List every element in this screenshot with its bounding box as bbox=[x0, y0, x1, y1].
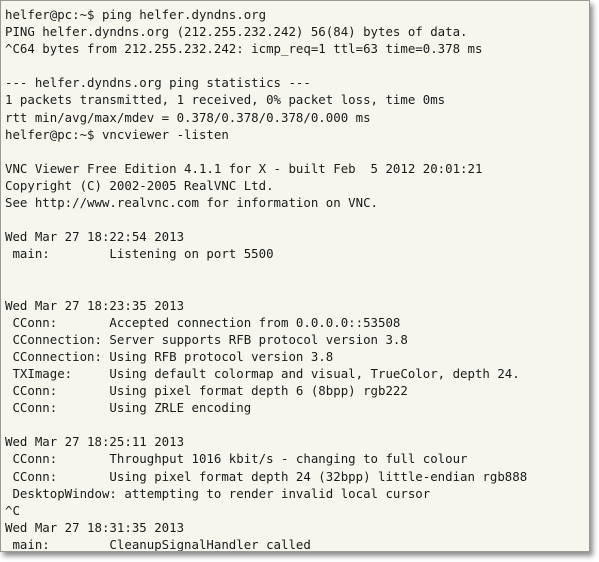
terminal-line: CConn: Accepted connection from 0.0.0.0:… bbox=[5, 314, 401, 330]
terminal-line: ^C bbox=[5, 502, 20, 518]
terminal-line: rtt min/avg/max/mdev = 0.378/0.378/0.378… bbox=[5, 109, 371, 125]
terminal-line: CConn: Using ZRLE encoding bbox=[5, 400, 252, 416]
terminal-line: helfer@pc:~$ ping helfer.dyndns.org bbox=[5, 7, 267, 22]
terminal-line: See http://www.realvnc.com for informati… bbox=[5, 195, 378, 211]
terminal-line: --- helfer.dyndns.org ping statistics --… bbox=[5, 75, 311, 91]
terminal-line: DesktopWindow: attempting to render inva… bbox=[5, 485, 431, 501]
terminal-line: Wed Mar 27 18:31:35 2013 bbox=[5, 519, 185, 535]
terminal-line: Wed Mar 27 18:23:35 2013 bbox=[5, 297, 185, 313]
terminal-line: helfer@pc:~$ vncviewer -listen bbox=[5, 126, 229, 142]
terminal-output[interactable]: helfer@pc:~$ ping helfer.dyndns.org PING … bbox=[5, 6, 528, 552]
terminal-line: main: CleanupSignalHandler called bbox=[5, 536, 311, 552]
terminal-window[interactable]: helfer@pc:~$ ping helfer.dyndns.org PING … bbox=[0, 0, 590, 552]
terminal-line: Wed Mar 27 18:25:11 2013 bbox=[5, 434, 185, 450]
terminal-line: CConnection: Using RFB protocol version … bbox=[5, 348, 334, 364]
terminal-line: VNC Viewer Free Edition 4.1.1 for X - bu… bbox=[5, 160, 483, 176]
terminal-line: PING helfer.dyndns.org (212.255.232.242)… bbox=[5, 24, 468, 40]
terminal-line: CConn: Using pixel format depth 6 (8bpp)… bbox=[5, 383, 408, 399]
terminal-line: CConn: Throughput 1016 kbit/s - changing… bbox=[5, 451, 468, 467]
terminal-line: Copyright (C) 2002-2005 RealVNC Ltd. bbox=[5, 177, 274, 193]
terminal-line: 1 packets transmitted, 1 received, 0% pa… bbox=[5, 92, 446, 108]
terminal-line: Wed Mar 27 18:22:54 2013 bbox=[5, 229, 185, 245]
terminal-line: TXImage: Using default colormap and visu… bbox=[5, 365, 520, 381]
terminal-line: main: Listening on port 5500 bbox=[5, 246, 274, 262]
terminal-line: CConnection: Server supports RFB protoco… bbox=[5, 331, 408, 347]
terminal-line: CConn: Using pixel format depth 24 (32bp… bbox=[5, 468, 528, 484]
terminal-line: ^C64 bytes from 212.255.232.242: icmp_re… bbox=[5, 41, 483, 57]
